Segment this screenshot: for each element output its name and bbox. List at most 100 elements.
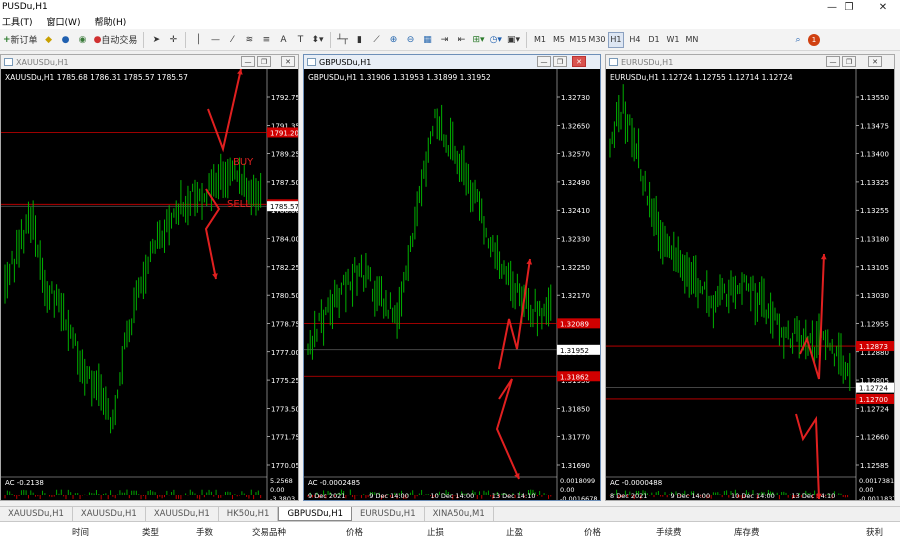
- templates-icon[interactable]: ▣▾: [506, 32, 521, 48]
- menu-window[interactable]: 窗口(W): [47, 15, 81, 28]
- chart-window-eurusd[interactable]: EURUSDu,H1 — ❐ ✕ EURUSDu,H1 1.12724 1.12…: [605, 54, 895, 501]
- horizontal-line-icon[interactable]: —: [208, 32, 222, 48]
- chart-plot-area[interactable]: EURUSDu,H1 1.12724 1.12755 1.12714 1.127…: [606, 69, 894, 500]
- tab-xina50[interactable]: XINA50u,M1: [425, 507, 494, 521]
- close-button[interactable]: ✕: [572, 56, 586, 67]
- periods-icon[interactable]: ◷▾: [489, 32, 503, 48]
- timeframe-d1[interactable]: D1: [646, 32, 662, 48]
- minimize-button[interactable]: —: [241, 56, 255, 67]
- price-axis-label: 1.13325: [860, 179, 889, 187]
- level-price-label: 1.12700: [859, 396, 888, 404]
- column-header-swap[interactable]: 库存费: [734, 526, 760, 538]
- restore-button[interactable]: ❐: [553, 56, 567, 67]
- price-axis-label: 1.13180: [860, 236, 889, 244]
- autoscroll-icon[interactable]: ⇥: [438, 32, 452, 48]
- column-header-stop-loss[interactable]: 止损: [427, 526, 444, 538]
- new-order-button[interactable]: + 新订单: [2, 32, 39, 48]
- level-price-label: 1.12873: [859, 343, 888, 351]
- drawn-arrow: [799, 253, 825, 380]
- chart-window-title: XAUUSDu,H1: [16, 57, 69, 67]
- price-chart[interactable]: EURUSDu,H1 1.12724 1.12755 1.12714 1.127…: [606, 69, 894, 500]
- zoom-in-icon[interactable]: ⊕: [387, 32, 401, 48]
- column-header-profit[interactable]: 获利: [866, 526, 883, 538]
- timeframe-mn[interactable]: MN: [684, 32, 700, 48]
- price-axis-label: 1771.75: [271, 434, 298, 442]
- auto-trading-button[interactable]: ● 自动交易: [93, 32, 139, 48]
- timeframe-h4[interactable]: H4: [627, 32, 643, 48]
- timeframe-m5[interactable]: M5: [551, 32, 567, 48]
- column-header-type[interactable]: 类型: [142, 526, 159, 538]
- column-header-time[interactable]: 时间: [72, 526, 89, 538]
- indicators-icon[interactable]: ⊞▾: [472, 32, 486, 48]
- tab-eurusd[interactable]: EURUSDu,H1: [352, 507, 425, 521]
- vertical-line-icon[interactable]: │: [191, 32, 205, 48]
- timeframe-m1[interactable]: M1: [532, 32, 548, 48]
- chart-window-gbpusd[interactable]: GBPUSDu,H1 — ❐ ✕ GBPUSDu,H1 1.31906 1.31…: [303, 54, 601, 501]
- price-axis-label: 1789.25: [271, 151, 298, 159]
- price-axis-label: 1.32730: [561, 94, 590, 102]
- indicator-scale-label: 0.00: [859, 486, 873, 494]
- strategy-tester-icon[interactable]: ●: [59, 32, 73, 48]
- maximize-button[interactable]: ❐: [836, 0, 862, 14]
- chart-plot-area[interactable]: XAUUSDu,H1 1785.68 1786.31 1785.57 1785.…: [1, 69, 298, 500]
- tab-hk50[interactable]: HK50u,H1: [219, 507, 279, 521]
- line-chart-icon[interactable]: ⟋: [370, 32, 384, 48]
- timeframe-w1[interactable]: W1: [665, 32, 681, 48]
- tab-xauusd-2[interactable]: XAUUSDu,H1: [73, 507, 146, 521]
- cursor-icon[interactable]: ➤: [149, 32, 163, 48]
- zoom-out-icon[interactable]: ⊖: [404, 32, 418, 48]
- timeframe-m30[interactable]: M30: [588, 32, 605, 48]
- label-icon[interactable]: T: [293, 32, 307, 48]
- level-price-label: 1.31862: [560, 373, 589, 381]
- minimize-button[interactable]: —: [537, 56, 551, 67]
- close-icon[interactable]: ✕: [870, 0, 896, 14]
- plus-icon: +: [3, 34, 11, 45]
- bar-chart-icon[interactable]: ┴┬: [336, 32, 350, 48]
- text-icon[interactable]: A: [276, 32, 290, 48]
- search-icon[interactable]: ⌕: [791, 32, 805, 48]
- close-button[interactable]: ✕: [281, 56, 295, 67]
- timeframe-h1[interactable]: H1: [607, 31, 624, 48]
- restore-button[interactable]: ❐: [842, 56, 856, 67]
- column-header-symbol[interactable]: 交易品种: [252, 526, 286, 538]
- shapes-icon[interactable]: ⬍▾: [310, 32, 324, 48]
- price-axis-label: 1.12955: [860, 320, 889, 328]
- alerts-badge[interactable]: 1: [807, 33, 820, 46]
- chart-window-title: EURUSDu,H1: [621, 57, 674, 67]
- menu-tools[interactable]: 工具(T): [2, 15, 33, 28]
- chart-window-title: GBPUSDu,H1: [319, 57, 372, 67]
- menu-help[interactable]: 帮助(H): [94, 15, 126, 28]
- level-price-label: 1791.20: [270, 129, 298, 137]
- trendline-icon[interactable]: ⁄: [225, 32, 239, 48]
- level-price-label: 1.32089: [560, 320, 589, 328]
- price-chart[interactable]: XAUUSDu,H1 1785.68 1786.31 1785.57 1785.…: [1, 69, 298, 500]
- column-header-lots[interactable]: 手数: [196, 526, 213, 538]
- tab-xauusd-3[interactable]: XAUUSDu,H1: [146, 507, 219, 521]
- channel-icon[interactable]: ≋: [242, 32, 256, 48]
- chart-plot-area[interactable]: GBPUSDu,H1 1.31906 1.31953 1.31899 1.319…: [304, 69, 600, 500]
- minimize-button[interactable]: —: [826, 56, 840, 67]
- indicator-scale-label: 0.0018099: [560, 477, 595, 485]
- title-bar: PUSDu,H1 — ❐ ✕: [0, 0, 900, 14]
- restore-button[interactable]: ❐: [257, 56, 271, 67]
- chart-window-xauusd[interactable]: XAUUSDu,H1 — ❐ ✕ XAUUSDu,H1 1785.68 1786…: [0, 54, 299, 501]
- column-header-price[interactable]: 价格: [346, 526, 363, 538]
- close-button[interactable]: ✕: [868, 56, 882, 67]
- tile-windows-icon[interactable]: ▦: [421, 32, 435, 48]
- fibonacci-icon[interactable]: ≡: [259, 32, 273, 48]
- crosshair-icon[interactable]: ✛: [166, 32, 180, 48]
- tab-xauusd-1[interactable]: XAUUSDu,H1: [0, 507, 73, 521]
- chart-shift-icon[interactable]: ⇤: [455, 32, 469, 48]
- drawn-arrow: [495, 378, 520, 480]
- price-axis-label: 1778.75: [271, 320, 298, 328]
- price-chart[interactable]: GBPUSDu,H1 1.31906 1.31953 1.31899 1.319…: [304, 69, 600, 500]
- candlestick-icon[interactable]: ▮: [353, 32, 367, 48]
- tab-gbpusd[interactable]: GBPUSDu,H1: [278, 507, 353, 521]
- price-axis-label: 1.31770: [561, 434, 590, 442]
- timeframe-m15[interactable]: M15: [569, 32, 586, 48]
- column-header-take-profit[interactable]: 止盈: [506, 526, 523, 538]
- column-header-current-price[interactable]: 价格: [584, 526, 601, 538]
- meta-editor-icon[interactable]: ◆: [42, 32, 56, 48]
- column-header-commission[interactable]: 手续费: [656, 526, 682, 538]
- globe-icon[interactable]: ◉: [76, 32, 90, 48]
